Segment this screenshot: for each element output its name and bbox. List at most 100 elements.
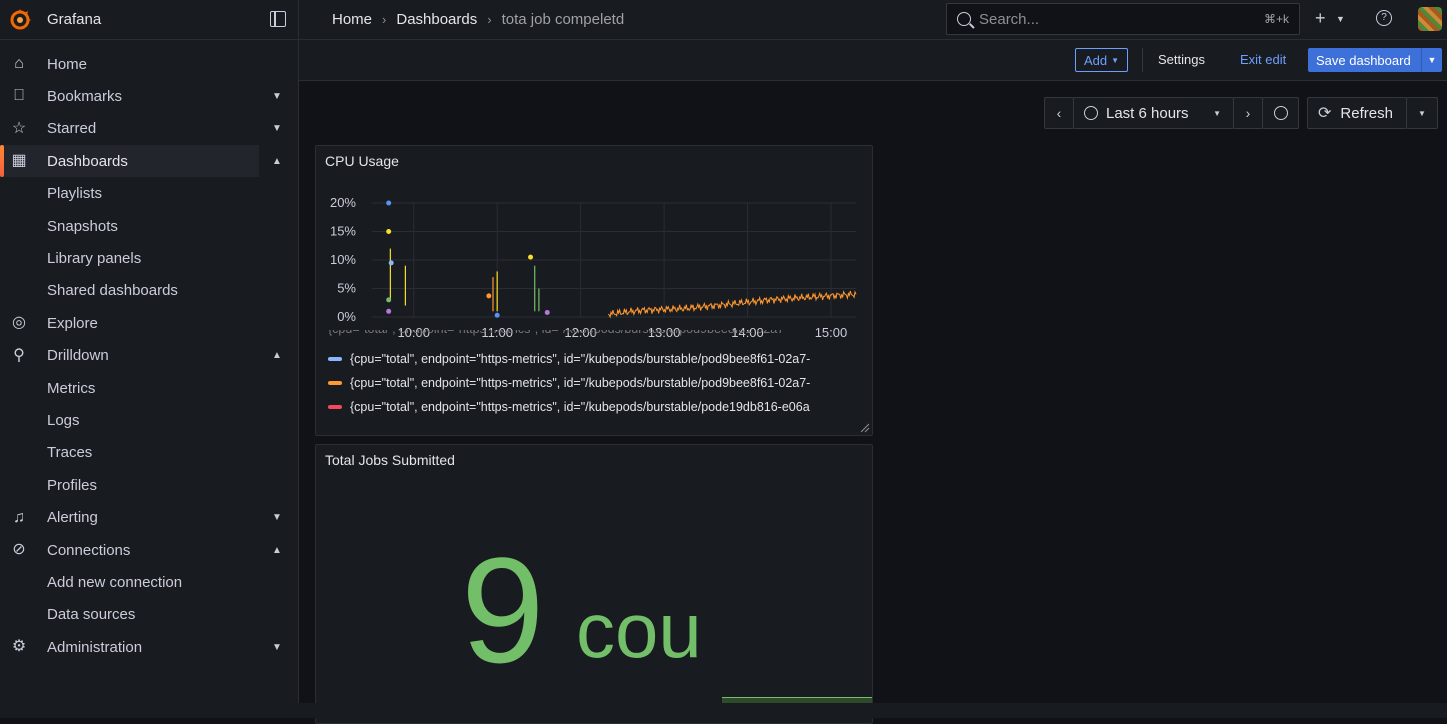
sidebar-item-snapshots[interactable]: Snapshots: [0, 210, 298, 242]
toolbar-divider: [1142, 48, 1143, 72]
y-tick-label: 10%: [330, 252, 356, 267]
chevron-down-icon: ▼: [1111, 55, 1120, 65]
sidebar-item-explore[interactable]: ◎ Explore: [0, 307, 298, 339]
sidebar-item-label: Traces: [47, 444, 93, 462]
resize-handle-icon[interactable]: [860, 423, 870, 433]
cog-icon: ⚙: [11, 638, 27, 656]
chevron-down-icon[interactable]: ▼: [272, 123, 282, 134]
sidebar-item-starred[interactable]: ☆ Starred ▼: [0, 113, 298, 145]
series-line: [607, 290, 857, 319]
microscope-icon: ⚲: [13, 346, 25, 364]
legend-item-partial[interactable]: {cpu="total", endpoint="https-metrics", …: [328, 330, 873, 342]
chevron-up-icon[interactable]: ▲: [272, 156, 282, 167]
chevron-up-icon[interactable]: ▲: [272, 350, 282, 361]
chevron-down-icon[interactable]: ▼: [272, 512, 282, 523]
stat-value: 9: [461, 526, 545, 694]
settings-button[interactable]: Settings: [1158, 52, 1205, 67]
connections-icon: ⊘: [12, 541, 26, 558]
panel-title: CPU Usage: [325, 153, 399, 169]
sidebar-item-label: Starred: [47, 120, 97, 138]
y-tick-label: 5%: [337, 281, 356, 296]
refresh-interval-button[interactable]: ▼: [1406, 97, 1438, 129]
breadcrumb-dashboards[interactable]: Dashboards: [396, 11, 477, 28]
zoom-out-icon: [1273, 106, 1288, 120]
chevron-down-icon[interactable]: ▼: [272, 91, 282, 102]
sidebar-item-administration[interactable]: ⚙ Administration ▼: [0, 631, 298, 663]
chevron-down-icon[interactable]: ▼: [272, 642, 282, 653]
chevron-down-icon[interactable]: ▼: [1421, 48, 1442, 72]
save-dashboard-button[interactable]: Save dashboard ▼: [1308, 48, 1442, 72]
sidebar-item-logs[interactable]: Logs: [0, 404, 298, 436]
sidebar-item-home[interactable]: ⌂ Home: [0, 48, 298, 80]
chevron-up-icon[interactable]: ▲: [272, 545, 282, 556]
sidebar-item-label: Alerting: [47, 509, 98, 527]
legend-item[interactable]: {cpu="total", endpoint="https-metrics", …: [328, 376, 873, 390]
sidebar-item-alerting[interactable]: ♫ Alerting ▼: [0, 502, 298, 534]
refresh-label: Refresh: [1340, 104, 1393, 122]
chevron-left-icon: ‹: [1056, 105, 1062, 121]
data-point: [386, 308, 392, 314]
y-tick-label: 0%: [337, 309, 356, 324]
dock-menu-icon[interactable]: [270, 11, 286, 27]
legend-item[interactable]: {cpu="total", endpoint="https-metrics", …: [328, 400, 873, 414]
add-button[interactable]: Add ▼: [1075, 48, 1129, 72]
sidebar-item-connections[interactable]: ⊘ Connections ▲: [0, 534, 298, 566]
help-icon[interactable]: ?: [1376, 10, 1392, 26]
data-point: [494, 312, 500, 318]
sidebar-item-bookmarks[interactable]: ⎕ Bookmarks ▼: [0, 80, 298, 112]
chevron-down-icon[interactable]: ▼: [1336, 14, 1345, 24]
cpu-usage-panel[interactable]: CPU Usage 0% 5% 10% 15% 20% 10:00 11:00 12:00 13…: [315, 145, 873, 436]
sidebar: ⌂ Home ⎕ Bookmarks ▼ ☆ Starred ▼ ▦ Dashboards ▲ Pla…: [0, 40, 298, 718]
search-input[interactable]: Search... ⌘+k: [946, 3, 1300, 35]
data-point: [528, 254, 534, 260]
apps-icon: ▦: [11, 152, 27, 170]
clock-icon: [1084, 106, 1098, 120]
sidebar-item-library-panels[interactable]: Library panels: [0, 242, 298, 274]
time-range-picker[interactable]: Last 6 hours ▼: [1073, 97, 1234, 129]
add-button-label: Add: [1084, 52, 1108, 68]
sidebar-item-data-sources[interactable]: Data sources: [0, 599, 298, 631]
app-name[interactable]: Grafana: [47, 11, 101, 28]
cpu-usage-chart[interactable]: 0%5%10%15%20%10:00 11:00 12:00 13:00 14:00 15…: [316, 186, 872, 376]
sidebar-item-add-new-connection[interactable]: Add new connection: [0, 566, 298, 598]
save-dashboard-label: Save dashboard: [1316, 52, 1411, 68]
search-shortcut: ⌘+k: [1263, 12, 1289, 26]
sidebar-item-metrics[interactable]: Metrics: [0, 372, 298, 404]
sidebar-item-label: Library panels: [47, 249, 142, 267]
sidebar-item-label: Metrics: [47, 379, 96, 397]
sidebar-item-label: Explore: [47, 314, 98, 332]
legend-item[interactable]: {cpu="total", endpoint="https-metrics", …: [328, 352, 873, 366]
sidebar-item-playlists[interactable]: Playlists: [0, 178, 298, 210]
zoom-out-button[interactable]: [1262, 97, 1299, 129]
plus-icon[interactable]: +: [1315, 8, 1326, 29]
total-jobs-panel[interactable]: Total Jobs Submitted 9 cou: [315, 444, 873, 724]
sidebar-item-label: Shared dashboards: [47, 282, 178, 300]
legend-swatch: [328, 381, 342, 385]
bell-icon: ♫: [13, 508, 25, 526]
data-point: [386, 200, 392, 206]
stat-unit: cou: [576, 586, 702, 674]
time-forward-button[interactable]: ›: [1233, 97, 1263, 129]
refresh-button[interactable]: ⟳ Refresh: [1307, 97, 1407, 129]
time-range-label: Last 6 hours: [1106, 104, 1189, 122]
panel-title: Total Jobs Submitted: [325, 452, 455, 468]
time-back-button[interactable]: ‹: [1044, 97, 1074, 129]
chevron-right-icon: ›: [487, 12, 492, 27]
breadcrumb-current: tota job compeletd: [501, 11, 625, 28]
chevron-right-icon: ›: [1245, 105, 1251, 121]
sidebar-item-dashboards[interactable]: ▦ Dashboards ▲: [0, 145, 282, 178]
breadcrumb-home[interactable]: Home: [332, 11, 372, 28]
sidebar-item-traces[interactable]: Traces: [0, 437, 298, 469]
star-icon: ☆: [11, 119, 27, 137]
sidebar-item-drilldown[interactable]: ⚲ Drilldown ▲: [0, 340, 298, 372]
breadcrumb: Home › Dashboards › tota job compeletd: [332, 11, 624, 28]
avatar[interactable]: [1418, 7, 1442, 31]
data-point: [388, 260, 394, 266]
exit-edit-button[interactable]: Exit edit: [1240, 52, 1286, 67]
sidebar-item-profiles[interactable]: Profiles: [0, 469, 298, 501]
refresh-icon: ⟳: [1318, 105, 1332, 122]
sidebar-item-shared-dashboards[interactable]: Shared dashboards: [0, 275, 298, 307]
grafana-logo-icon[interactable]: [8, 8, 32, 32]
bookmark-icon: ⎕: [14, 87, 24, 105]
legend-text: {cpu="total", endpoint="https-metrics", …: [328, 330, 788, 336]
